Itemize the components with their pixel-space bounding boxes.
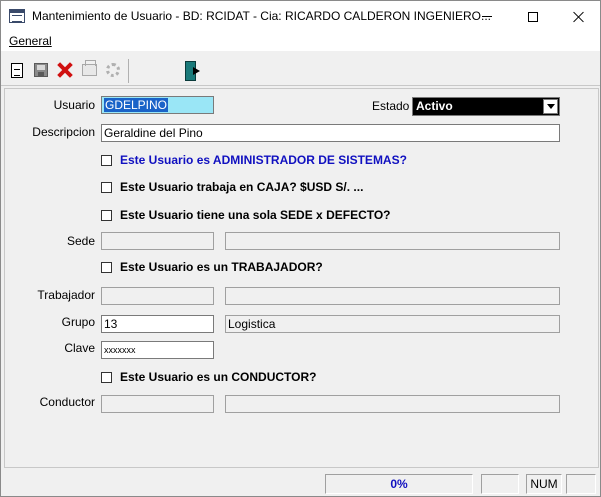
status-cell-scroll — [566, 474, 596, 494]
menu-general-label: General — [9, 34, 52, 48]
trabajador-checkbox-label: Este Usuario es un TRABAJADOR? — [120, 260, 323, 274]
descripcion-label: Descripcion — [32, 125, 95, 139]
toolbar-separator — [128, 59, 129, 83]
caja-checkbox[interactable] — [101, 181, 112, 193]
delete-icon — [57, 62, 73, 78]
sede-checkbox[interactable] — [101, 209, 112, 221]
sede-checkbox-row[interactable]: Este Usuario tiene una sola SEDE x DEFEC… — [101, 208, 391, 222]
print-icon — [81, 60, 97, 76]
status-bar: 0% NUM — [1, 472, 600, 496]
exit-door-icon — [185, 61, 201, 81]
grupo-name-field: Logistica — [225, 315, 560, 333]
trabajador-label: Trabajador — [37, 288, 95, 302]
estado-value: Activo — [416, 99, 453, 113]
clave-value: xxxxxxx — [104, 345, 136, 355]
grupo-label: Grupo — [61, 315, 95, 329]
progress-value: 0% — [390, 477, 408, 491]
conductor-checkbox-row[interactable]: Este Usuario es un CONDUCTOR? — [101, 370, 316, 384]
conductor-checkbox-label: Este Usuario es un CONDUCTOR? — [120, 370, 317, 384]
maximize-icon — [528, 11, 538, 22]
chevron-down-icon[interactable] — [543, 99, 558, 114]
close-button[interactable] — [556, 1, 600, 32]
window-title: Mantenimiento de Usuario - BD: RCIDAT - … — [32, 9, 491, 23]
print-button[interactable] — [78, 59, 100, 81]
conductor-code-input[interactable] — [101, 395, 214, 413]
sede-name-field — [225, 232, 560, 250]
toolbar — [1, 56, 600, 86]
grupo-code-input[interactable]: 13 — [101, 315, 214, 333]
new-document-icon — [11, 62, 23, 78]
usuario-value: GDELPINO — [104, 98, 169, 112]
minimize-icon — [482, 16, 492, 17]
save-icon — [34, 63, 48, 77]
num-lock-indicator: NUM — [530, 477, 558, 491]
clave-password-input[interactable]: xxxxxxx — [101, 341, 214, 359]
usuario-label: Usuario — [53, 98, 95, 112]
conductor-checkbox[interactable] — [101, 371, 112, 383]
trabajador-checkbox[interactable] — [101, 261, 112, 273]
estado-label: Estado — [372, 99, 410, 113]
clave-label: Clave — [64, 341, 95, 355]
app-window-icon[interactable] — [9, 9, 25, 23]
estado-select[interactable]: Activo — [412, 97, 560, 116]
usuario-input[interactable]: GDELPINO — [101, 96, 214, 114]
conductor-label: Conductor — [39, 395, 95, 409]
caja-checkbox-row[interactable]: Este Usuario trabaja en CAJA? $USD S/. .… — [101, 180, 363, 194]
close-icon — [573, 11, 585, 23]
descripcion-value: Geraldine del Pino — [104, 126, 203, 140]
grupo-code-value: 13 — [104, 317, 118, 331]
minimize-button[interactable] — [464, 1, 510, 32]
menu-general[interactable]: General — [9, 34, 52, 48]
sede-code-input[interactable] — [101, 232, 214, 250]
status-cell-caps — [481, 474, 519, 494]
sede-label: Sede — [66, 234, 95, 248]
main-window: Mantenimiento de Usuario - BD: RCIDAT - … — [0, 0, 601, 497]
settings-gear-icon — [106, 63, 120, 77]
conductor-name-field — [225, 395, 560, 413]
trabajador-checkbox-row[interactable]: Este Usuario es un TRABAJADOR? — [101, 260, 323, 274]
admin-checkbox[interactable] — [101, 154, 112, 166]
delete-button[interactable] — [54, 59, 76, 81]
new-button[interactable] — [6, 59, 28, 81]
title-bar[interactable]: Mantenimiento de Usuario - BD: RCIDAT - … — [1, 1, 600, 32]
progress-indicator: 0% — [325, 474, 473, 494]
exit-button[interactable] — [182, 59, 204, 81]
admin-checkbox-label: Este Usuario es ADMINISTRADOR DE SISTEMA… — [120, 153, 407, 167]
admin-checkbox-row[interactable]: Este Usuario es ADMINISTRADOR DE SISTEMA… — [101, 153, 407, 167]
caja-checkbox-label: Este Usuario trabaja en CAJA? $USD S/. .… — [120, 180, 364, 194]
user-form: Usuario GDELPINO Estado Activo Descripci… — [4, 88, 599, 468]
trabajador-name-field — [225, 287, 560, 305]
sede-checkbox-label: Este Usuario tiene una sola SEDE x DEFEC… — [120, 208, 391, 222]
settings-button[interactable] — [102, 59, 124, 81]
grupo-name-value: Logistica — [228, 317, 276, 331]
status-cell-num: NUM — [526, 474, 562, 494]
menu-bar: General — [1, 32, 600, 51]
maximize-button[interactable] — [510, 1, 556, 32]
trabajador-code-input[interactable] — [101, 287, 214, 305]
descripcion-input[interactable]: Geraldine del Pino — [101, 124, 560, 142]
save-button[interactable] — [30, 59, 52, 81]
